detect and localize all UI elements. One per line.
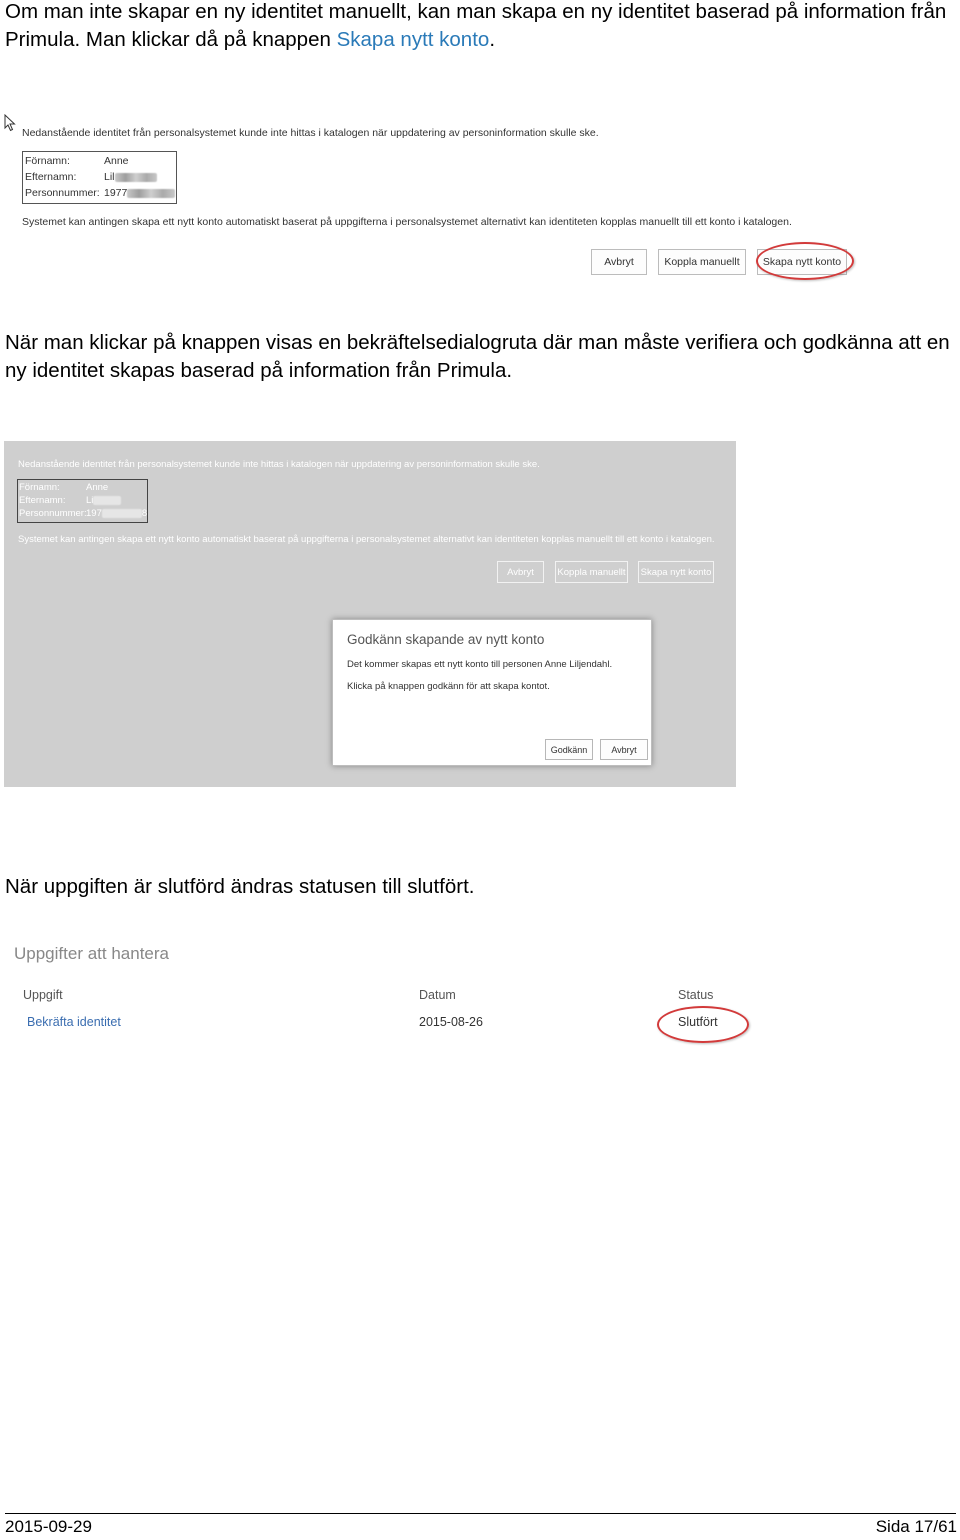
mouse-pointer-icon <box>4 114 16 132</box>
footer-divider <box>5 1513 956 1514</box>
personal-number-value: 197 <box>86 508 102 519</box>
info-text: Systemet kan antingen skapa ett nytt kon… <box>18 534 715 545</box>
create-account-reference: Skapa nytt konto <box>336 28 490 51</box>
column-date: Datum <box>419 988 456 1002</box>
identity-box: Förnamn: Anne Efternamn: Li Personnummer… <box>17 479 148 523</box>
done-paragraph: När uppgiften är slutförd ändras statuse… <box>5 875 475 898</box>
notice-text: Nedanstående identitet från personalsyst… <box>18 459 540 470</box>
link-manually-button[interactable]: Koppla manuellt <box>555 561 628 583</box>
redacted-blur <box>101 508 142 518</box>
task-date: 2015-08-26 <box>419 1015 483 1029</box>
info-text: Systemet kan antingen skapa ett nytt kon… <box>22 216 792 228</box>
column-task: Uppgift <box>23 988 63 1002</box>
cancel-button[interactable]: Avbryt <box>497 561 544 583</box>
intro-paragraph: Om man inte skapar en ny identitet manue… <box>5 0 947 51</box>
personal-number-row: Personnummer: 1977 <box>25 187 176 199</box>
confirm-dialog: Godkänn skapande av nytt konto Det komme… <box>332 619 652 766</box>
task-link[interactable]: Bekräfta identitet <box>27 1015 121 1029</box>
footer-date: 2015-09-29 <box>5 1517 92 1536</box>
redacted-blur <box>93 495 122 505</box>
last-name-row: Efternamn: Li <box>19 495 122 506</box>
last-name-row: Efternamn: Lil <box>25 171 157 183</box>
dialog-instruction: Klicka på knappen godkänn för att skapa … <box>347 681 550 692</box>
first-name-row: Förnamn: Anne <box>25 155 129 167</box>
redacted-blur <box>127 188 176 198</box>
identity-box: Förnamn: Anne Efternamn: Lil Personnumme… <box>22 151 177 204</box>
dialog-message: Det kommer skapas ett nytt konto till pe… <box>347 659 613 670</box>
first-name-row: Förnamn: Anne <box>19 482 109 493</box>
personal-number-value: 1977 <box>104 187 128 199</box>
approve-button[interactable]: Godkänn <box>545 739 593 760</box>
tasks-screen: Uppgifter att hantera Uppgift Datum Stat… <box>0 930 800 1060</box>
identity-screen-1: Nedanstående identitet från personalsyst… <box>0 108 880 288</box>
last-name-value: Lil <box>104 171 115 183</box>
first-name-value: Anne <box>86 482 109 493</box>
page-number: Sida 17/61 <box>875 1517 957 1536</box>
cancel-button[interactable]: Avbryt <box>591 249 647 275</box>
identity-screen-2: Nedanstående identitet från personalsyst… <box>4 441 736 787</box>
link-manually-button[interactable]: Koppla manuellt <box>658 249 746 275</box>
column-status: Status <box>678 988 714 1002</box>
personal-number-row: Personnummer: 197 8 <box>19 508 148 519</box>
first-name-value: Anne <box>104 155 129 167</box>
dialog-cancel-button[interactable]: Avbryt <box>600 739 648 760</box>
tasks-title: Uppgifter att hantera <box>14 944 169 963</box>
middle-paragraph: När man klickar på knappen visas en bekr… <box>5 331 950 382</box>
highlight-ring <box>657 1006 749 1043</box>
create-new-account-button[interactable]: Skapa nytt konto <box>638 561 714 583</box>
highlight-ring <box>756 242 854 280</box>
dialog-title: Godkänn skapande av nytt konto <box>347 632 545 647</box>
last-name-value: Li <box>86 495 94 506</box>
redacted-blur <box>114 172 157 182</box>
notice-text: Nedanstående identitet från personalsyst… <box>22 127 599 139</box>
